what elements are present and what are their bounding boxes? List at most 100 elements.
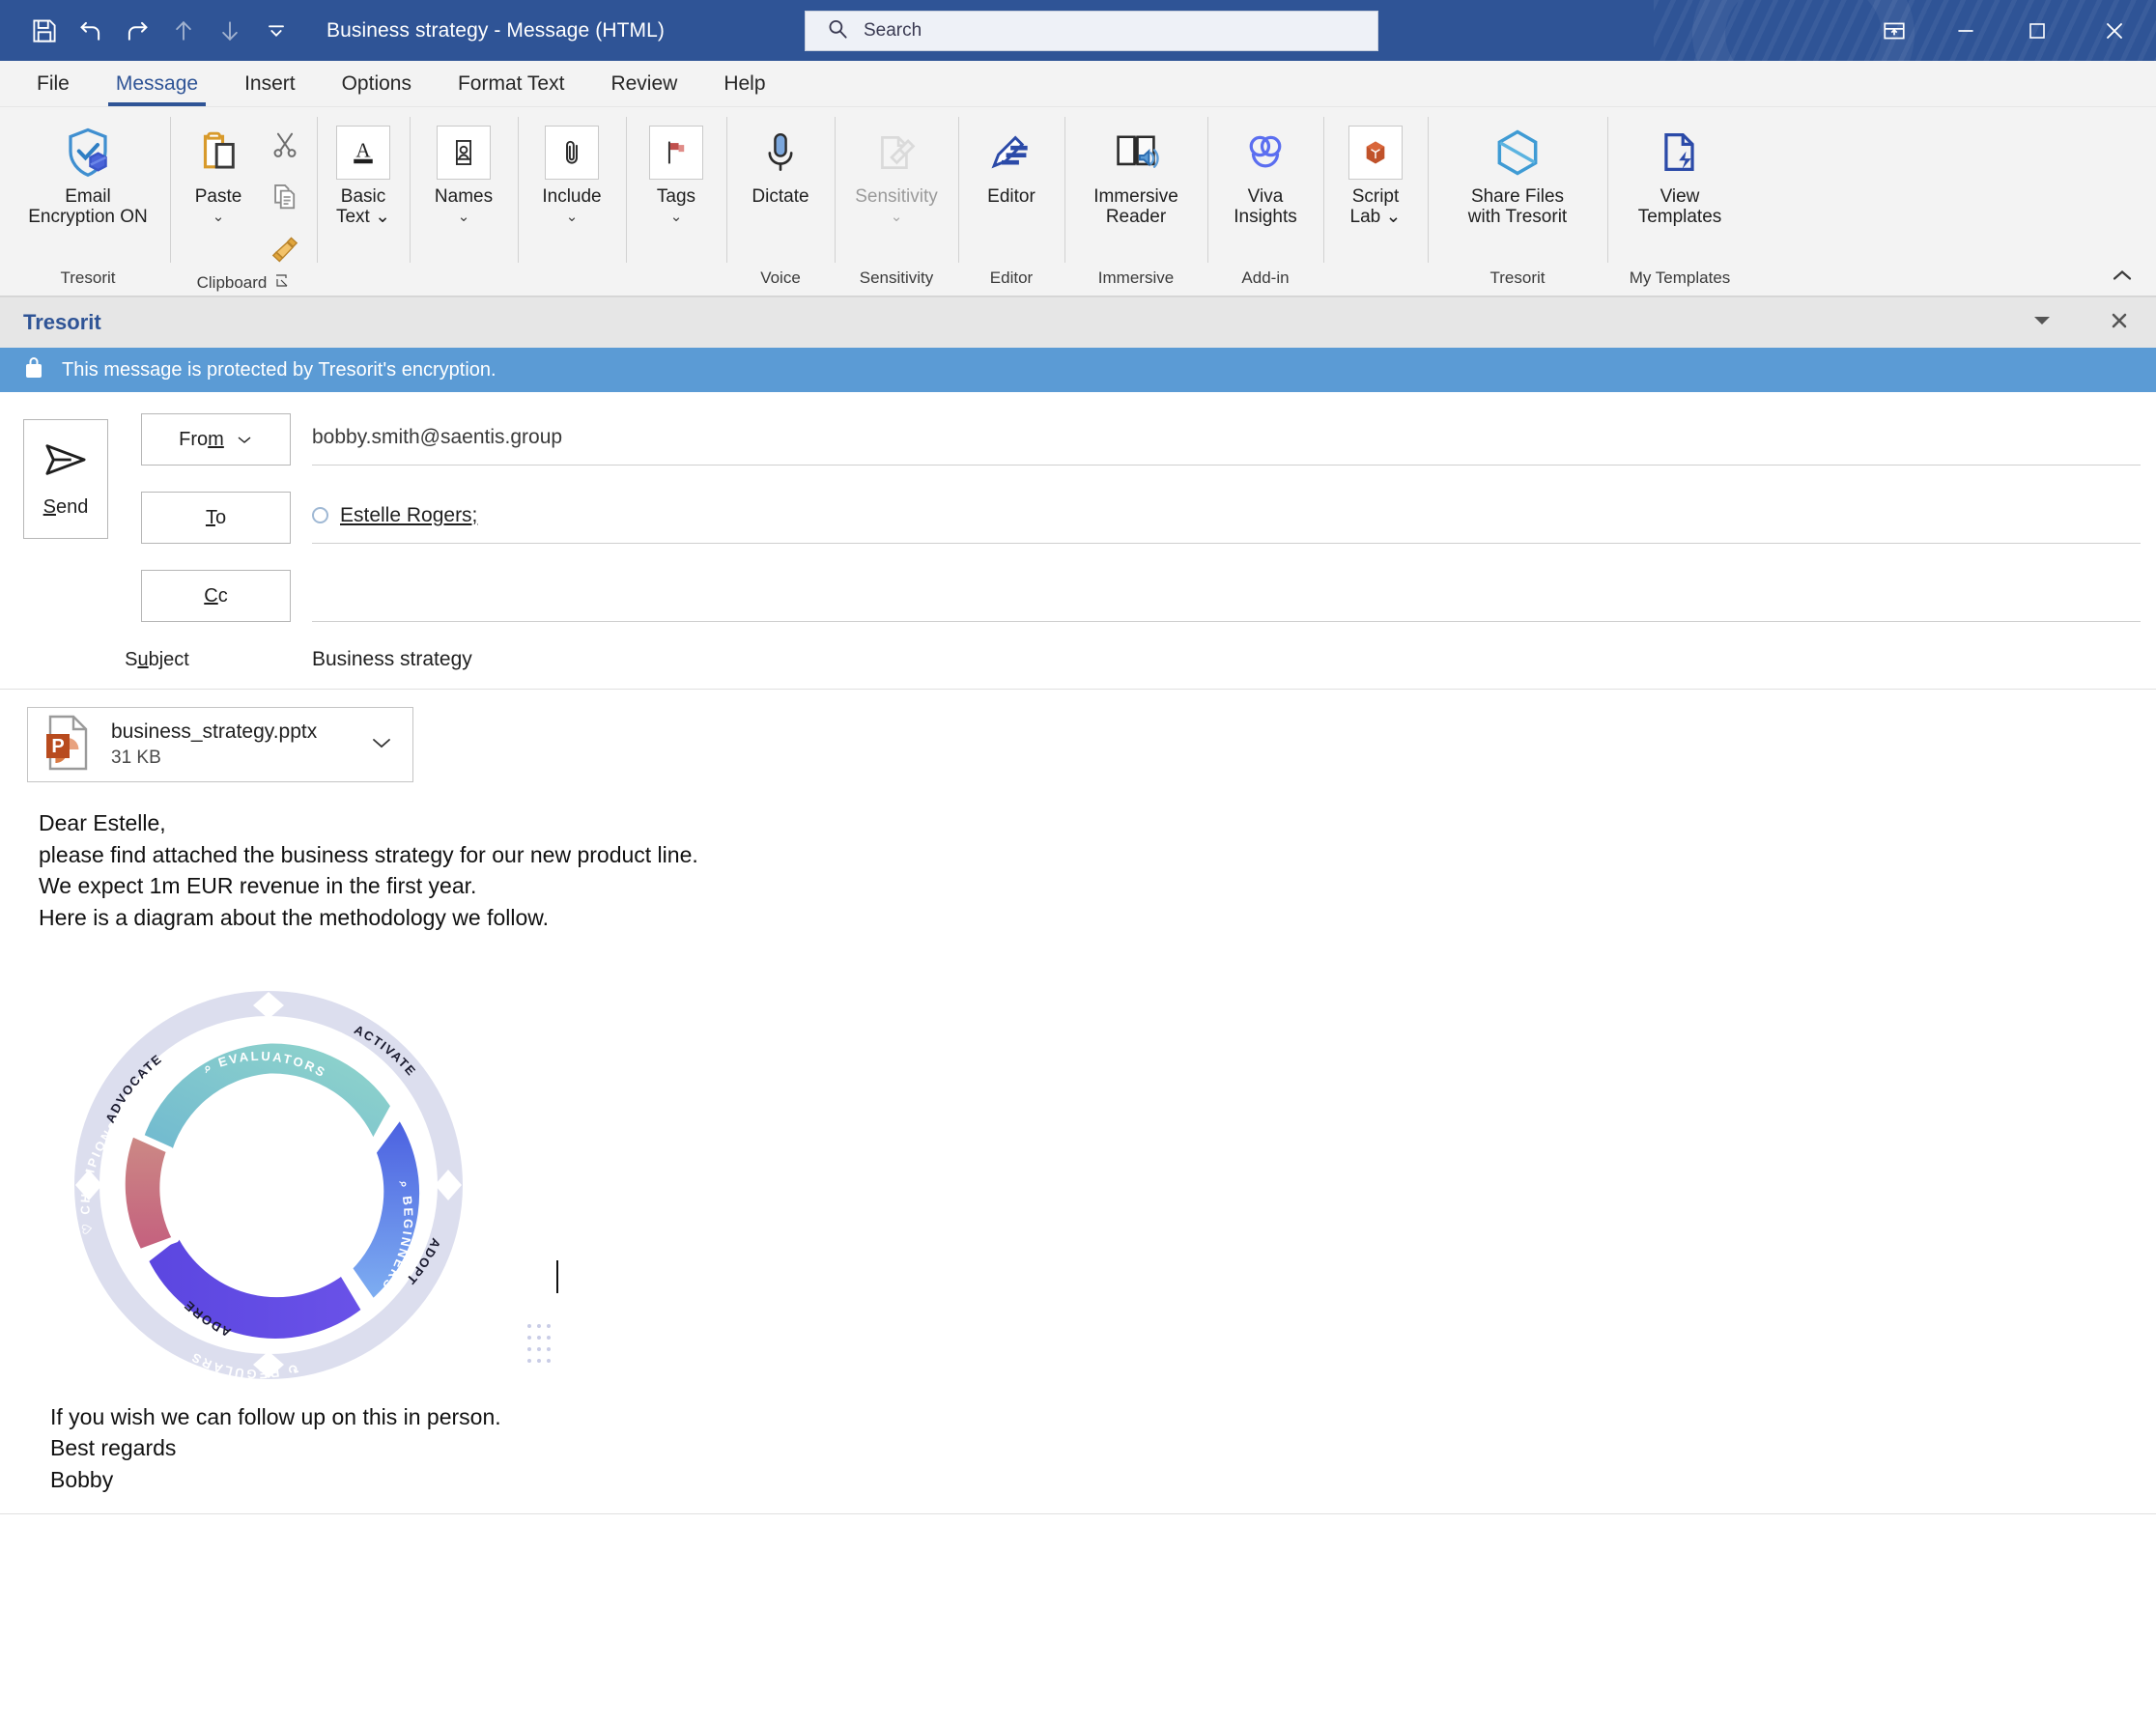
tab-review[interactable]: Review — [587, 62, 700, 106]
segment-champions[interactable] — [122, 1133, 176, 1253]
subject-label: Subject — [23, 649, 291, 671]
tab-options[interactable]: Options — [319, 62, 435, 106]
ribbon-group-label: Tresorit — [1433, 268, 1602, 290]
redo-icon[interactable] — [116, 10, 158, 52]
cut-icon — [269, 128, 301, 166]
chevron-down-icon[interactable]: ⌄ — [1380, 207, 1401, 227]
to-value[interactable]: Estelle Rogers; — [312, 492, 2141, 544]
names-label: Names — [435, 186, 493, 207]
format-painter-button[interactable] — [261, 229, 309, 273]
message-body[interactable]: Dear Estelle, please find attached the b… — [27, 782, 2156, 1496]
basic-text-button[interactable]: A Basic Text ⌄ — [326, 119, 401, 228]
sensitivity-label: Sensitivity — [855, 186, 938, 207]
minimize-icon[interactable] — [1930, 0, 2001, 61]
chevron-down-icon[interactable]: ⌄ — [458, 210, 470, 224]
script-lab-button[interactable]: Script Lab ⌄ — [1338, 119, 1413, 228]
chevron-down-icon — [236, 429, 253, 451]
cc-value[interactable] — [312, 570, 2141, 622]
chevron-down-icon[interactable]: ⌄ — [891, 210, 903, 224]
to-button-label: To — [206, 507, 226, 529]
next-item-icon[interactable] — [209, 10, 251, 52]
body-line: Dear Estelle, — [39, 807, 2156, 839]
text-cursor — [556, 1260, 558, 1293]
attachment-chevron-down-icon[interactable] — [370, 734, 399, 756]
immersive-reader-label: Immersive Reader — [1093, 186, 1178, 228]
copy-button[interactable] — [261, 177, 309, 221]
chevron-down-icon[interactable]: ⌄ — [670, 210, 683, 224]
ribbon-group-editor: Editor Editor — [958, 107, 1064, 296]
window-controls — [1858, 0, 2156, 61]
tab-help[interactable]: Help — [700, 62, 788, 106]
cut-button[interactable] — [261, 125, 309, 169]
sensitivity-button[interactable]: Sensitivity ⌄ — [839, 119, 953, 224]
share-files-label: Share Files with Tresorit — [1468, 186, 1567, 228]
tab-insert[interactable]: Insert — [221, 62, 319, 106]
ribbon: Email Encryption ON Tresorit Paste ⌄ — [0, 107, 2156, 296]
ribbon-tabs: File Message Insert Options Format Text … — [0, 61, 2156, 107]
view-templates-button[interactable]: View Templates — [1612, 119, 1747, 228]
window-title: Business strategy - Message (HTML) — [326, 19, 665, 42]
ribbon-group-label: Editor — [964, 268, 1059, 290]
maximize-icon[interactable] — [2001, 0, 2073, 61]
methodology-diagram[interactable]: ⌕ EVALUATORS ⌕ BEGINNERS ↻ REGULARS ♡ CH… — [54, 971, 692, 1396]
tab-label: Review — [610, 72, 677, 96]
paste-button[interactable]: Paste ⌄ — [178, 119, 259, 224]
ribbon-group-label-text: Clipboard — [197, 273, 268, 293]
tresorit-pane-header: Tresorit — [0, 296, 2156, 348]
ribbon-group-label — [323, 288, 404, 290]
recipient-chip[interactable]: Estelle Rogers; — [312, 504, 477, 527]
collapse-ribbon-button[interactable] — [2110, 267, 2135, 290]
immersive-reader-icon — [1110, 123, 1162, 183]
search-placeholder: Search — [864, 20, 922, 42]
send-arrow-icon — [42, 439, 90, 485]
dictate-button[interactable]: Dictate — [743, 119, 818, 207]
tab-message[interactable]: Message — [93, 62, 221, 106]
ribbon-group-voice: Dictate Voice — [726, 107, 835, 296]
ribbon-group-label: Voice — [732, 268, 829, 290]
sensitivity-icon — [872, 123, 921, 183]
ribbon-group-clipboard: Paste ⌄ — [170, 107, 317, 296]
view-templates-label: View Templates — [1638, 186, 1722, 228]
presence-unknown-icon — [312, 507, 328, 523]
tab-format-text[interactable]: Format Text — [435, 62, 587, 106]
format-painter-icon — [269, 233, 301, 270]
cc-button[interactable]: Cc — [141, 570, 291, 622]
tab-file[interactable]: File — [14, 62, 93, 106]
clipboard-dialog-launcher-icon[interactable] — [274, 273, 290, 293]
ribbon-group-label — [524, 288, 620, 290]
subject-value[interactable]: Business strategy — [312, 648, 472, 671]
segment-regulars[interactable] — [145, 1233, 365, 1341]
chevron-down-icon[interactable]: ⌄ — [370, 207, 390, 227]
chevron-down-icon[interactable]: ⌄ — [566, 210, 579, 224]
undo-icon[interactable] — [70, 10, 112, 52]
close-icon[interactable] — [2073, 0, 2156, 61]
search-input[interactable]: Search — [805, 11, 1378, 51]
script-lab-label: Script Lab ⌄ — [1350, 186, 1402, 228]
attachment-chip[interactable]: P business_strategy.pptx 31 KB — [27, 707, 413, 782]
viva-insights-button[interactable]: Viva Insights — [1212, 119, 1319, 228]
ribbon-group-label: Tresorit — [12, 268, 164, 290]
from-value[interactable]: bobby.smith@saentis.group — [312, 413, 2141, 466]
tags-button[interactable]: Tags ⌄ — [638, 119, 714, 224]
previous-item-icon[interactable] — [162, 10, 205, 52]
tab-label: File — [37, 72, 70, 96]
to-button[interactable]: To — [141, 492, 291, 544]
send-button[interactable]: Send — [23, 419, 108, 539]
share-files-with-tresorit-button[interactable]: Share Files with Tresorit — [1433, 119, 1603, 228]
cc-row: Cc — [141, 570, 2156, 648]
ribbon-display-options-icon[interactable] — [1858, 0, 1930, 61]
quick-access-toolbar — [0, 10, 298, 52]
include-button[interactable]: Include ⌄ — [534, 119, 610, 224]
tresorit-close-icon[interactable] — [2100, 310, 2139, 337]
save-icon[interactable] — [23, 10, 66, 52]
immersive-reader-button[interactable]: Immersive Reader — [1069, 119, 1203, 228]
editor-button[interactable]: Editor — [974, 119, 1049, 207]
customize-quick-access-toolbar-icon[interactable] — [255, 10, 298, 52]
tresorit-collapse-icon[interactable] — [2023, 312, 2061, 334]
attachment-row: P business_strategy.pptx 31 KB Dear Este… — [0, 690, 2156, 1514]
ribbon-group-label: Add-in — [1213, 268, 1318, 290]
chevron-down-icon[interactable]: ⌄ — [213, 210, 225, 224]
names-button[interactable]: Names ⌄ — [426, 119, 501, 224]
from-button[interactable]: From — [141, 413, 291, 466]
email-encryption-button[interactable]: Email Encryption ON — [15, 119, 160, 228]
